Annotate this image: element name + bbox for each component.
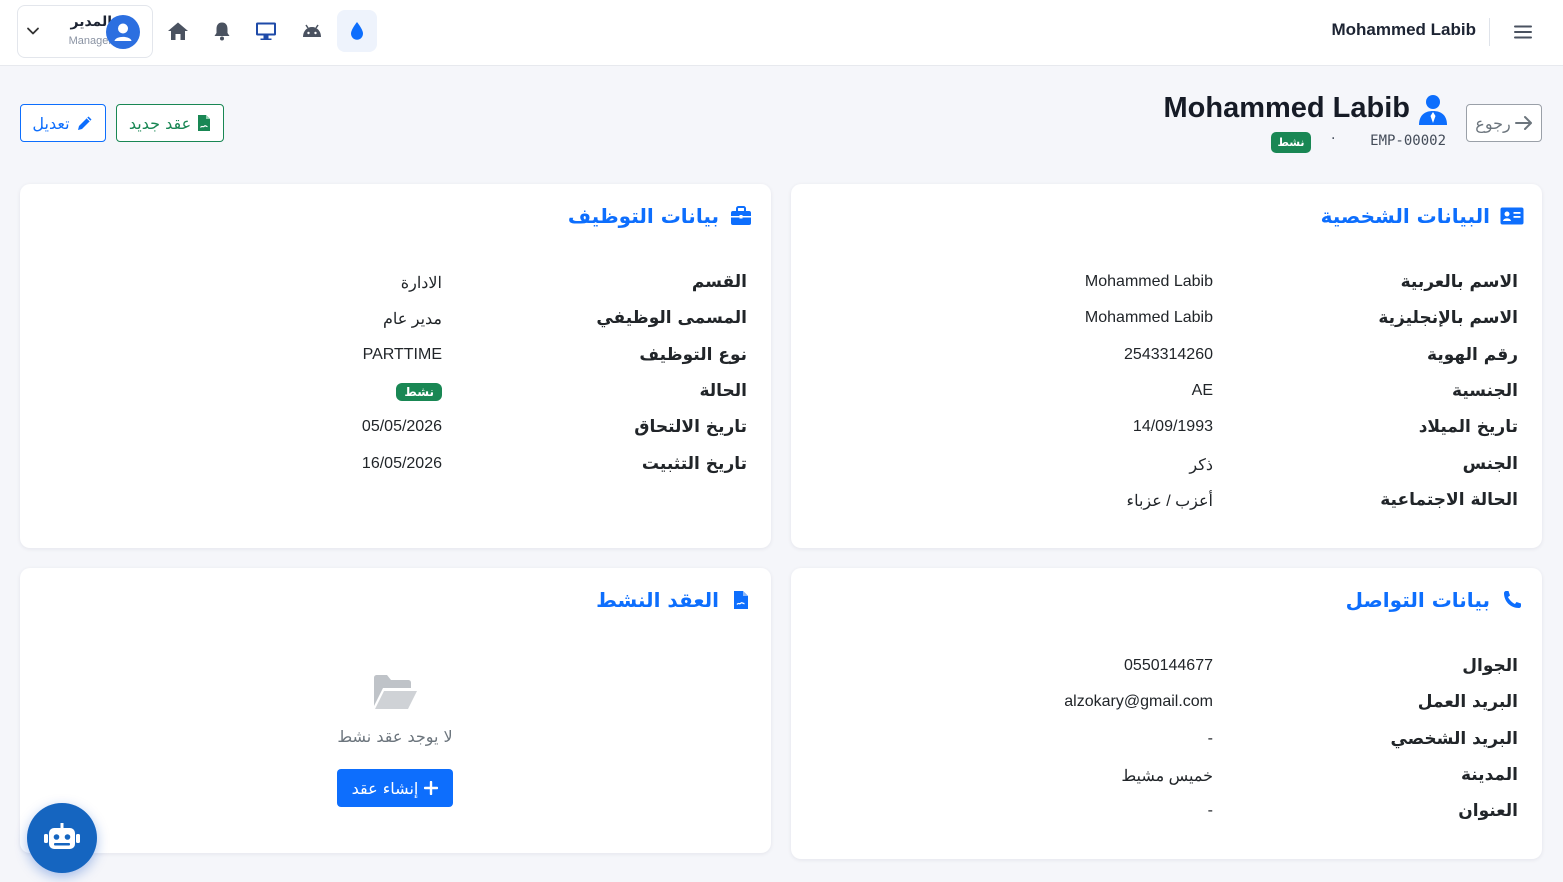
plus-icon: [424, 781, 439, 795]
contact-row-value: خميس مشيط: [1121, 767, 1213, 785]
contact-row-label: البريد الشخصي: [1390, 728, 1518, 749]
employment-row-label: تاريخ الالتحاق: [634, 417, 747, 438]
new-contract-label: عقد جديد: [128, 113, 192, 133]
briefcase-icon: [729, 204, 753, 228]
contact-title-text: بيانات التواصل: [1345, 588, 1490, 612]
contact-info-title: بيانات التواصل: [1346, 588, 1524, 612]
folder-open-icon: [374, 675, 417, 709]
contact-row-value: -: [1207, 729, 1213, 747]
status-badge: نشط: [396, 382, 442, 401]
separator-dot: ·: [1331, 131, 1336, 147]
contact-info-card: بيانات التواصل الجوال 0550144677 البريد ال…: [791, 568, 1542, 859]
chatbot-button[interactable]: [27, 803, 97, 873]
top-navbar: المدير Manager Mohammed Labib: [0, 0, 1563, 66]
droplet-icon[interactable]: [337, 10, 377, 52]
personal-row-value: ذكر: [1189, 456, 1213, 474]
active-contract-title: العقد النشط: [596, 588, 753, 612]
file-contract-icon: [198, 115, 211, 131]
contact-row-value: alzokary@gmail.com: [1064, 693, 1213, 711]
employment-row-label: الحالة: [699, 380, 747, 401]
personal-title-text: البيانات الشخصية: [1320, 204, 1490, 228]
employment-row-label: القسم: [691, 272, 747, 292]
personal-info-card: البيانات الشخصية الاسم بالعربية Mohammed …: [791, 184, 1542, 548]
personal-row-label: رقم الهوية: [1427, 344, 1518, 365]
no-contract-text: لا يوجد عقد نشط: [337, 727, 453, 746]
edit-button-label: تعديل: [32, 113, 70, 133]
employment-row-label: تاريخ التثبيت: [641, 453, 747, 474]
employment-row-value: نشط: [396, 382, 442, 401]
user-circle-icon: [114, 23, 132, 41]
personal-row-value: AE: [1191, 381, 1213, 399]
employment-row-value: الادارة: [400, 275, 442, 292]
contact-row-label: الجوال: [1462, 656, 1518, 676]
employment-row-value: PARTTIME: [362, 345, 442, 363]
personal-row-value: Mohammed Labib: [1084, 309, 1213, 327]
employment-row-label: المسمى الوظيفي: [596, 308, 747, 329]
divider: [1489, 18, 1490, 46]
contact-row-label: البريد العمل: [1417, 692, 1518, 713]
user-name: المدير: [70, 14, 113, 30]
avatar: [106, 15, 140, 49]
personal-info-title: البيانات الشخصية: [1321, 204, 1524, 228]
employment-row-value: 16/05/2026: [361, 454, 442, 472]
contract-title-text: العقد النشط: [596, 588, 719, 612]
employment-info-card: بيانات التوظيف القسم الادارة المسمى الوظيف…: [20, 184, 771, 548]
employee-code: EMP-00002: [1370, 133, 1446, 149]
android-icon[interactable]: [292, 10, 332, 52]
chevron-down-icon: [27, 27, 39, 35]
personal-row-label: الاسم بالإنجليزية: [1378, 308, 1518, 329]
personal-row-value: أعزب / عزباء: [1126, 492, 1213, 510]
employment-row-value: مدير عام: [382, 311, 442, 329]
arrow-right-icon: [1514, 116, 1532, 130]
user-tie-icon: [1419, 95, 1447, 125]
create-contract-button[interactable]: إنشاء عقد: [337, 769, 453, 807]
contact-row-value: -: [1207, 802, 1213, 820]
employment-row-label: نوع التوظيف: [639, 344, 747, 365]
edit-button[interactable]: تعديل: [20, 104, 106, 142]
brand-title: Mohammed Labib: [1331, 20, 1476, 39]
create-contract-label: إنشاء عقد: [351, 778, 419, 798]
back-button-label: رجوع: [1475, 113, 1511, 133]
personal-row-value: 14/09/1993: [1132, 418, 1213, 436]
personal-row-label: الاسم بالعربية: [1400, 272, 1518, 292]
bell-icon[interactable]: [202, 10, 242, 52]
user-menu[interactable]: المدير Manager: [17, 5, 153, 58]
employment-info-title: بيانات التوظيف: [568, 204, 753, 228]
personal-row-label: الجنسية: [1452, 380, 1518, 401]
personal-row-value: Mohammed Labib: [1084, 273, 1213, 290]
personal-row-value: 2543314260: [1124, 345, 1213, 363]
employment-row-value: 05/05/2026: [361, 418, 442, 436]
contact-row-value: 0550144677: [1124, 657, 1213, 674]
personal-row-label: الحالة الاجتماعية: [1380, 489, 1518, 510]
status-badge: نشط: [1271, 132, 1311, 153]
contact-row-label: العنوان: [1458, 801, 1518, 822]
personal-row-label: الجنس: [1462, 453, 1518, 474]
robot-icon: [44, 823, 80, 849]
id-card-icon: [1500, 204, 1524, 228]
back-button[interactable]: رجوع: [1466, 104, 1542, 142]
home-icon[interactable]: [158, 10, 198, 52]
employee-name: Mohammed Labib: [1163, 92, 1410, 124]
new-contract-button[interactable]: عقد جديد: [116, 104, 224, 142]
user-role: Manager: [68, 35, 112, 47]
personal-row-label: تاريخ الميلاد: [1418, 417, 1518, 438]
file-contract-icon: [729, 588, 753, 612]
pencil-icon: [77, 116, 92, 130]
monitor-icon[interactable]: [246, 10, 286, 52]
employment-title-text: بيانات التوظيف: [567, 204, 719, 228]
phone-icon: [1500, 588, 1524, 612]
menu-icon[interactable]: [1508, 18, 1538, 46]
contact-row-label: المدينة: [1460, 764, 1518, 785]
